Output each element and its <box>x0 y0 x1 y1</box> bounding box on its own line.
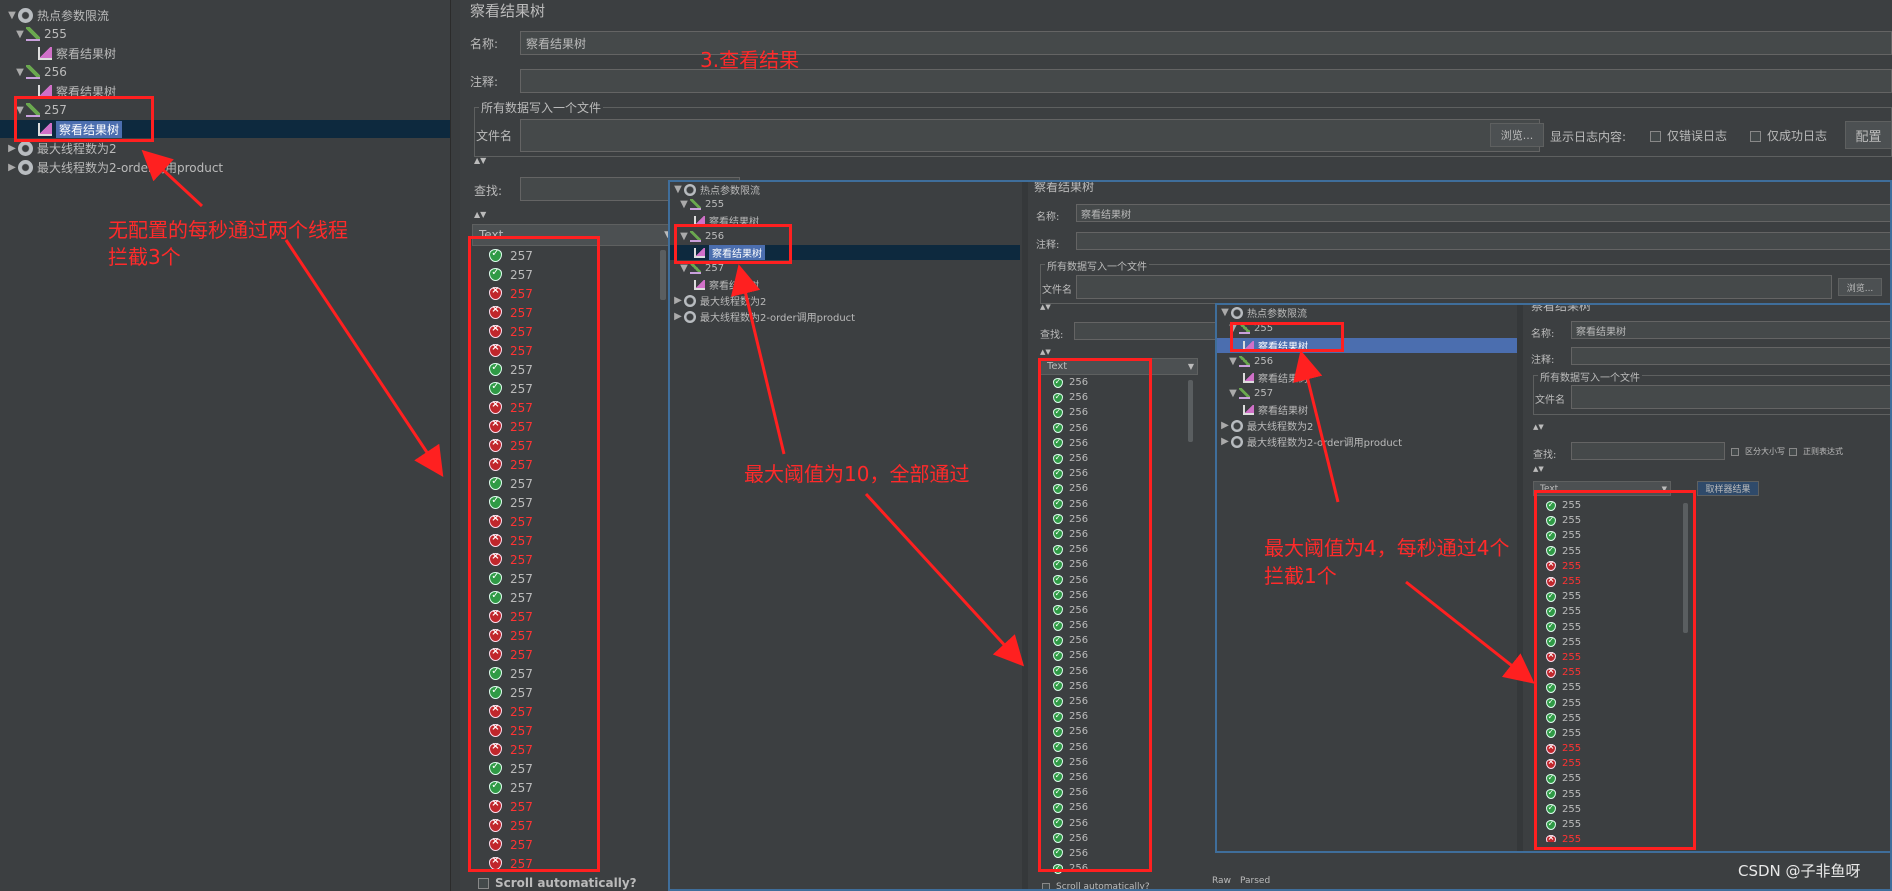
arrow-to-255-results <box>1405 580 1535 684</box>
arrow-to-256-results <box>864 492 1025 667</box>
arrow-to-257-node <box>141 149 204 208</box>
arrow-to-256-node <box>730 264 786 455</box>
arrow-to-257-results <box>284 239 444 477</box>
watermark: CSDN @子非鱼呀 <box>1738 862 1861 880</box>
arrow-to-255-node <box>1293 350 1340 503</box>
annotation-arrows <box>141 149 1535 684</box>
